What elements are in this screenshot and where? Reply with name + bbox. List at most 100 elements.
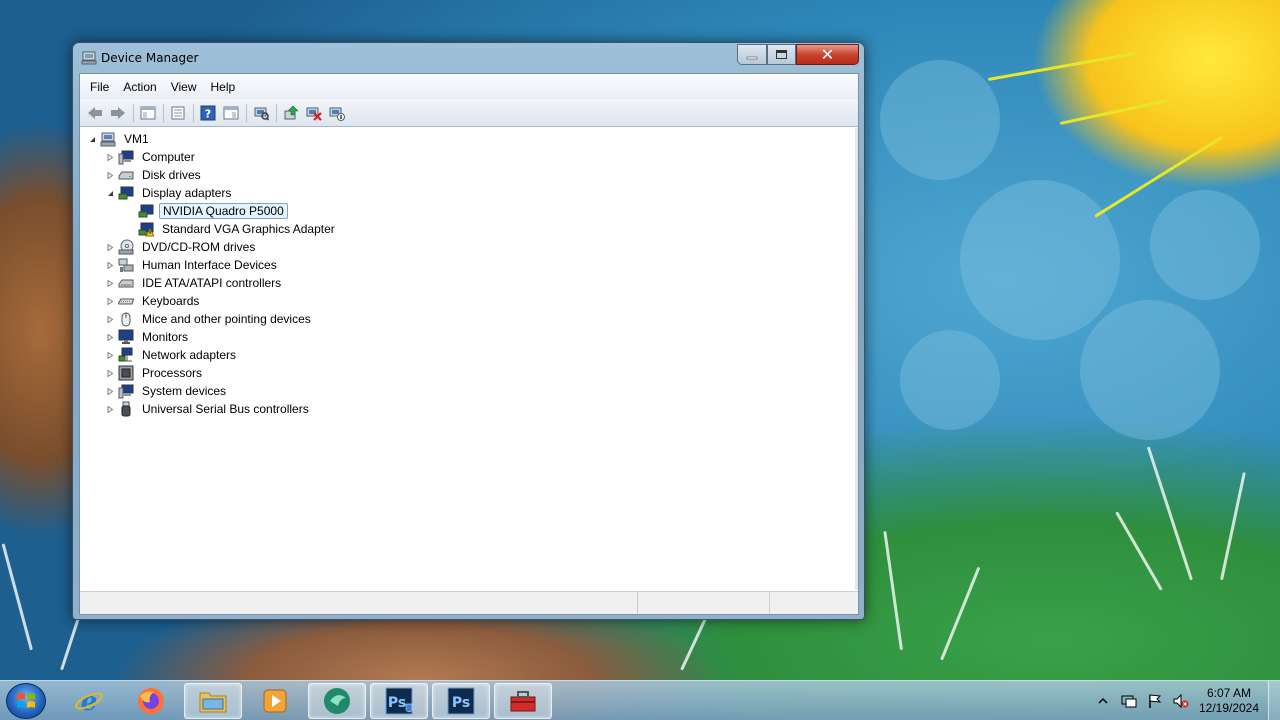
tree-label: System devices	[142, 384, 227, 398]
tree-node-network-adapters[interactable]: Network adapters	[106, 346, 239, 364]
tree-node-mice[interactable]: Mice and other pointing devices	[106, 310, 314, 328]
tree-node-nvidia-quadro[interactable]: NVIDIA Quadro P5000	[138, 202, 288, 220]
device-tree: VM1 Computer Disk drives Display adapter…	[80, 128, 858, 590]
status-pane-tertiary	[770, 592, 858, 614]
tree-label: Computer	[142, 150, 195, 164]
tray-action-center[interactable]	[1119, 691, 1139, 711]
expand-arrow-icon[interactable]	[106, 333, 115, 342]
wallpaper-grass	[1, 543, 33, 651]
tree-node-monitors[interactable]: Monitors	[106, 328, 191, 346]
close-icon: ✕	[820, 45, 835, 64]
toolbar-separator	[133, 103, 134, 122]
show-hide-console-tree-button[interactable]	[137, 103, 159, 123]
display-adapter-warning-icon	[138, 221, 154, 237]
tree-node-system-devices[interactable]: System devices	[106, 382, 229, 400]
expand-arrow-icon[interactable]	[106, 351, 115, 360]
expand-arrow-icon[interactable]	[106, 369, 115, 378]
tray-volume[interactable]	[1171, 691, 1191, 711]
tree-label: IDE ATA/ATAPI controllers	[142, 276, 282, 290]
wallpaper-bubble	[900, 330, 1000, 430]
tree-node-display-adapters[interactable]: Display adapters	[106, 184, 234, 202]
expand-arrow-icon[interactable]	[106, 315, 115, 324]
taskbar-photoshop-admin[interactable]: Ps	[370, 683, 428, 719]
flag-icon	[1149, 694, 1162, 708]
show-hidden-icons-button[interactable]	[1093, 691, 1113, 711]
tree-node-dvd-drives[interactable]: DVD/CD-ROM drives	[106, 238, 258, 256]
title-bar[interactable]: Device Manager ✕	[73, 43, 864, 73]
display-tray-icon	[1121, 695, 1137, 708]
taskbar-internet-explorer[interactable]: e	[60, 683, 118, 719]
close-button[interactable]: ✕	[796, 44, 859, 65]
taskbar-greenshot[interactable]	[308, 683, 366, 719]
taskbar-firefox[interactable]	[122, 683, 180, 719]
taskbar-media-player[interactable]	[246, 683, 304, 719]
menu-help[interactable]: Help	[204, 78, 243, 96]
disk-drive-icon	[118, 167, 134, 183]
scan-hardware-changes-button[interactable]	[250, 103, 272, 123]
tree-label: Universal Serial Bus controllers	[142, 402, 309, 416]
show-action-pane-button[interactable]	[220, 103, 242, 123]
tray-flag[interactable]	[1145, 691, 1165, 711]
collapse-arrow-icon[interactable]	[88, 135, 97, 144]
device-manager-window: Device Manager ✕ File Action View Help ?…	[72, 42, 865, 620]
clock-time: 6:07 AM	[1206, 686, 1252, 700]
expand-arrow-icon[interactable]	[106, 243, 115, 252]
back-button[interactable]	[84, 103, 106, 123]
taskbar-clock[interactable]: 6:07 AM 12/19/2024	[1194, 686, 1264, 716]
taskbar-photoshop[interactable]: Ps	[432, 683, 490, 719]
tree-node-keyboards[interactable]: Keyboards	[106, 292, 202, 310]
wallpaper-grass	[940, 566, 981, 661]
wallpaper-grass	[1220, 472, 1246, 581]
tree-node-processors[interactable]: Processors	[106, 364, 205, 382]
expand-arrow-icon[interactable]	[106, 153, 115, 162]
maximize-button[interactable]	[767, 44, 796, 65]
show-desktop-button[interactable]	[1268, 681, 1280, 720]
toolbar-separator	[276, 103, 277, 122]
expand-arrow-icon[interactable]	[106, 387, 115, 396]
properties-button[interactable]	[167, 103, 189, 123]
expand-arrow-icon[interactable]	[106, 261, 115, 270]
forward-arrow-icon	[111, 106, 125, 119]
menu-file[interactable]: File	[83, 78, 116, 96]
uninstall-device-button[interactable]	[303, 103, 325, 123]
show-hide-console-tree-icon	[140, 106, 156, 119]
display-adapter-icon	[118, 185, 134, 201]
media-player-icon	[263, 689, 287, 713]
tree-label: Human Interface Devices	[142, 258, 277, 272]
back-arrow-icon	[88, 106, 102, 119]
scan-hardware-changes-icon	[254, 107, 269, 120]
expand-arrow-icon[interactable]	[106, 279, 115, 288]
tree-node-human-interface-devices[interactable]: Human Interface Devices	[106, 256, 280, 274]
collapse-arrow-icon[interactable]	[106, 189, 115, 198]
tree-node-computer[interactable]: Computer	[106, 148, 198, 166]
start-button[interactable]	[6, 683, 46, 719]
system-tray: 6:07 AM 12/19/2024	[1090, 681, 1280, 720]
expand-arrow-icon[interactable]	[106, 405, 115, 414]
minimize-icon	[746, 56, 758, 59]
tree-label: Keyboards	[142, 294, 200, 308]
window-title: Device Manager	[101, 51, 199, 65]
volume-muted-icon	[1173, 693, 1189, 709]
forward-button[interactable]	[107, 103, 129, 123]
disable-device-button[interactable]	[326, 103, 348, 123]
menu-view[interactable]: View	[164, 78, 204, 96]
taskbar-toolbox[interactable]	[494, 683, 552, 719]
menu-action[interactable]: Action	[116, 78, 163, 96]
tree-node-standard-vga[interactable]: Standard VGA Graphics Adapter	[138, 220, 338, 238]
svg-text:e: e	[81, 687, 98, 716]
greenshot-icon	[324, 688, 350, 714]
tree-node-usb-controllers[interactable]: Universal Serial Bus controllers	[106, 400, 312, 418]
tree-label: Mice and other pointing devices	[142, 312, 311, 326]
help-button[interactable]: ?	[197, 103, 219, 123]
tree-node-ide-controllers[interactable]: IDE ATA/ATAPI controllers	[106, 274, 284, 292]
expand-arrow-icon[interactable]	[106, 171, 115, 180]
expand-arrow-icon[interactable]	[106, 297, 115, 306]
properties-icon	[171, 106, 185, 119]
taskbar-file-explorer[interactable]	[184, 683, 242, 719]
window-client-area: File Action View Help ? VM1 Computer Dis…	[79, 73, 859, 615]
tree-node-disk-drives[interactable]: Disk drives	[106, 166, 204, 184]
tree-label: VM1	[124, 132, 149, 146]
update-driver-button[interactable]	[280, 103, 302, 123]
tree-node-root[interactable]: VM1	[88, 130, 152, 148]
minimize-button[interactable]	[737, 44, 767, 65]
